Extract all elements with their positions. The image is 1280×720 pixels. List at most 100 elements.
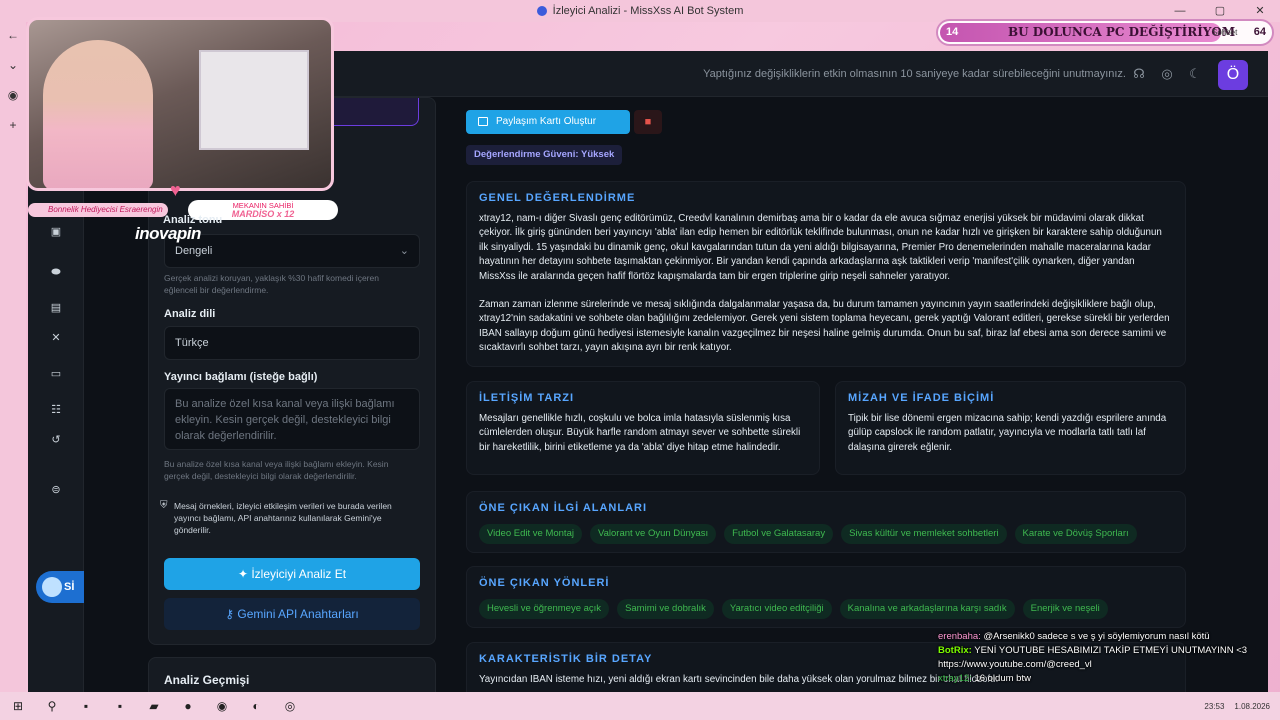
interests-tags: Video Edit ve Montaj Valorant ve Oyun Dü…	[479, 524, 1137, 544]
general-text: xtray12, nam-ı diğer Sivaslı genç editör…	[479, 212, 1173, 356]
add-tab-icon[interactable]: +	[9, 118, 16, 132]
media-encoder-icon[interactable]: ▪	[112, 698, 128, 714]
chevron-down-icon: ⌄	[399, 245, 409, 257]
chat-username: erenbaha:	[938, 631, 981, 642]
folder-icon[interactable]: ▰	[146, 698, 162, 714]
history-title: Analiz Geçmişi	[164, 673, 250, 687]
chat-message: https://www.youtube.com/@creed_vl	[938, 658, 1278, 672]
chat-message: BotRix: YENİ YOUTUBE HESABIMIZI TAKİP ET…	[938, 644, 1278, 658]
header-note: Yaptığınız değişikliklerin etkin olmasın…	[703, 68, 1126, 80]
app-icon	[536, 6, 547, 16]
chat-overlay: erenbaha: @Arsenikk0 sadece s ve ş yi sö…	[938, 630, 1278, 686]
context-label: Yayıncı bağlamı (isteğe bağlı)	[164, 371, 318, 383]
general-paragraph-2: Zaman zaman izlenme sürelerinde ve mesaj…	[479, 299, 1170, 354]
interests-title: ÖNE ÇIKAN İLGİ ALANLARI	[479, 502, 648, 514]
interest-tag: Sivas kültür ve memleket sohbetleri	[841, 524, 1007, 544]
chat-text: @Arsenikk0 sadece s ve ş yi söylemiyorum…	[983, 631, 1210, 642]
wand-icon: ✦	[237, 567, 252, 581]
sponsor-logo: inovapin	[135, 224, 201, 243]
history-icon[interactable]: ↺	[49, 433, 63, 447]
interest-tag: Video Edit ve Montaj	[479, 524, 582, 544]
interest-tag: Futbol ve Galatasaray	[724, 524, 834, 544]
trait-tag: Samimi ve dobralık	[617, 599, 714, 619]
obs-icon[interactable]: ◉	[214, 698, 230, 714]
privacy-notice: ⛨ Mesaj örnekleri, izleyici etkileşim ve…	[160, 500, 400, 536]
sidebar-user-pill[interactable]: Sİ	[36, 571, 84, 603]
users-icon[interactable]: ☷	[49, 403, 63, 417]
tab-icon[interactable]: ◉	[8, 88, 18, 102]
premiere-icon[interactable]: ▪	[78, 698, 94, 714]
avatar[interactable]: Ö	[1218, 60, 1248, 90]
goal-target: 64	[1253, 26, 1266, 38]
top-gifter-label: Bonnelik Hediyecisi Esraerengin	[28, 203, 168, 217]
webcam-overlay	[26, 17, 334, 191]
humor-card: MİZAH VE İFADE BİÇİMİ Tipik bir lise dön…	[835, 381, 1186, 475]
trait-tag: Hevesli ve öğrenmeye açık	[479, 599, 610, 619]
language-value: Türkçe	[175, 337, 209, 349]
interest-tag: Karate ve Dövüş Sporları	[1014, 524, 1137, 544]
clock-date: 1.08.2026	[1234, 701, 1270, 711]
tools-icon[interactable]: ✕	[49, 331, 63, 345]
chat-username: BotRix:	[938, 645, 972, 656]
keys-button-label: Gemini API Anahtarları	[237, 607, 359, 621]
context-textarea[interactable]: Bu analize özel kısa kanal veya ilişki b…	[164, 388, 420, 450]
trash-icon: ■	[644, 116, 652, 128]
record-icon[interactable]: ●	[180, 698, 196, 714]
streamer-figure	[43, 40, 153, 188]
headset-icon[interactable]: ☊	[1130, 65, 1148, 83]
back-icon[interactable]: ←	[7, 28, 19, 42]
analyze-viewer-button[interactable]: ✦ İzleyiciyi Analiz Et	[164, 558, 420, 590]
chat-text: https://www.youtube.com/@creed_vl	[938, 659, 1092, 670]
chat-username: xtray12:	[938, 673, 972, 684]
detail-title: KARAKTERİSTİK BİR DETAY	[479, 653, 653, 665]
discord-taskbar-icon[interactable]: ◎	[282, 698, 298, 714]
interests-card: ÖNE ÇIKAN İLGİ ALANLARI Video Edit ve Mo…	[466, 491, 1186, 553]
goal-current: 14	[946, 26, 959, 38]
chat-message: erenbaha: @Arsenikk0 sadece s ve ş yi sö…	[938, 630, 1278, 644]
clock-time: 23:53	[1204, 701, 1225, 711]
database-icon[interactable]: ⬬	[49, 265, 63, 279]
browser-side-nav: ← ⌄ ◉ +	[0, 22, 26, 692]
system-tray: 23:53 1.08.2026	[1204, 692, 1270, 720]
traits-card: ÖNE ÇIKAN YÖNLERİ Hevesli ve öğrenmeye a…	[466, 566, 1186, 628]
humor-text: Tipik bir lise dönemi ergen mizacına sah…	[848, 413, 1167, 453]
heart-icon: ♥	[170, 180, 181, 200]
windows-start-icon[interactable]: ⊞	[10, 698, 26, 714]
taskbar: ⊞ ⚲ ▪ ▪ ▰ ● ◉ ◐ ◎ 23:53 1.08.2026	[0, 692, 1280, 720]
general-paragraph-1: xtray12, nam-ı diğer Sivaslı genç editör…	[479, 213, 1162, 282]
calendar-icon[interactable]: ▣	[49, 225, 63, 239]
humor-title: MİZAH VE İFADE BİÇİMİ	[848, 392, 995, 404]
analyze-button-label: İzleyiciyi Analiz Et	[251, 567, 347, 581]
communication-card: İLETİŞİM TARZI Mesajları genellikle hızl…	[466, 381, 820, 475]
search-icon[interactable]: ⚲	[44, 698, 60, 714]
delete-button[interactable]: ■	[634, 110, 662, 134]
goal-text: BU DOLUNCA PC DEĞİŞTİRİYOM	[1008, 25, 1236, 39]
chat-text: YENİ YOUTUBE HESABIMIZI TAKİP ETMEYİ UNU…	[974, 645, 1248, 656]
tone-select[interactable]: Dengeli ⌄	[164, 234, 420, 268]
calendar-check-icon[interactable]: ▤	[49, 301, 63, 315]
discord-icon[interactable]: ◎	[1158, 65, 1176, 83]
language-input[interactable]: Türkçe	[164, 326, 420, 360]
key-icon: ⚷	[225, 607, 238, 621]
share-card-button[interactable]: Paylaşım Kartı Oluştur	[466, 110, 630, 134]
tone-select-value: Dengeli	[175, 245, 213, 257]
trait-tag: Kanalına ve arkadaşlarına karşı sadık	[839, 599, 1015, 619]
moon-icon[interactable]: ☾	[1186, 65, 1204, 83]
traits-tags: Hevesli ve öğrenmeye açık Samimi ve dobr…	[479, 599, 1108, 619]
communication-title: İLETİŞİM TARZI	[479, 392, 575, 404]
chat-message: xtray12: 16 oldum btw	[938, 672, 1278, 686]
gamepad-icon[interactable]: ⊜	[49, 483, 63, 497]
background-monitor	[199, 50, 309, 150]
language-label: Analiz dili	[164, 308, 216, 320]
sidebar-pill-label: Sİ	[64, 581, 75, 593]
id-card-icon[interactable]: ▭	[49, 367, 63, 381]
context-help: Bu analize özel kısa kanal veya ilişki b…	[164, 459, 389, 481]
edge-icon[interactable]: ◐	[248, 698, 264, 714]
api-keys-button[interactable]: ⚷ Gemini API Anahtarları	[164, 598, 420, 630]
window-title: İzleyici Analizi - MissXss AI Bot System	[552, 5, 744, 17]
chevron-down-icon[interactable]: ⌄	[8, 58, 18, 72]
chat-text: 16 oldum btw	[974, 673, 1031, 684]
trait-tag: Enerjik ve neşeli	[1022, 599, 1108, 619]
tone-help: Gerçek analizi koruyan, yaklaşık %30 haf…	[164, 273, 379, 295]
communication-text: Mesajları genellikle hızlı, coşkulu ve b…	[479, 413, 801, 453]
